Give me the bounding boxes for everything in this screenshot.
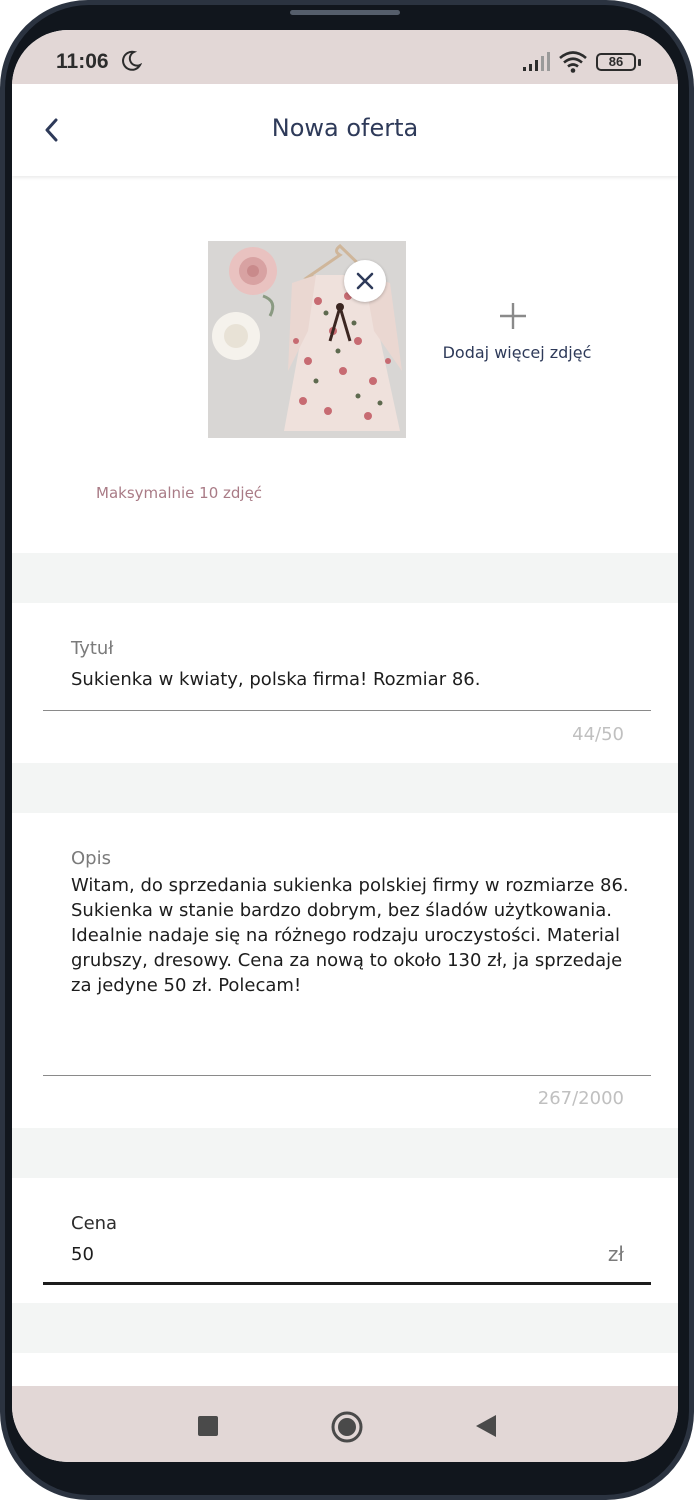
description-counter: 267/2000 bbox=[537, 1088, 624, 1109]
side-button bbox=[689, 290, 694, 370]
battery-icon: 86 bbox=[596, 53, 636, 71]
home-icon[interactable] bbox=[330, 1410, 364, 1444]
screen: 11:06 86 Nowa oferta Dodaj więcej zdjęć … bbox=[12, 30, 678, 1462]
speaker-grille bbox=[290, 10, 400, 15]
plus-icon bbox=[500, 303, 526, 329]
system-nav-bar bbox=[12, 1386, 678, 1462]
section-divider bbox=[12, 1303, 678, 1353]
next-section-top bbox=[12, 1353, 678, 1386]
title-label: Tytuł bbox=[71, 638, 114, 659]
description-underline bbox=[43, 1075, 651, 1076]
signal-icon bbox=[523, 52, 550, 71]
max-photos-hint: Maksymalnie 10 zdjęć bbox=[96, 484, 263, 502]
photo-section: Dodaj więcej zdjęć Maksymalnie 10 zdjęć bbox=[12, 176, 678, 553]
battery-level: 86 bbox=[608, 54, 624, 69]
section-divider bbox=[12, 1128, 678, 1178]
price-label: Cena bbox=[71, 1213, 118, 1234]
price-underline-focused bbox=[43, 1282, 651, 1285]
page-title: Nowa oferta bbox=[271, 114, 419, 142]
back-triangle-icon[interactable] bbox=[474, 1413, 498, 1439]
description-label: Opis bbox=[71, 848, 111, 869]
add-more-photos-label: Dodaj więcej zdjęć bbox=[442, 343, 592, 362]
moon-icon bbox=[122, 50, 142, 71]
title-underline bbox=[43, 710, 651, 711]
side-button bbox=[689, 540, 694, 630]
close-icon bbox=[356, 272, 374, 290]
title-field[interactable]: Tytuł Sukienka w kwiaty, polska firma! R… bbox=[12, 603, 678, 763]
description-input-value[interactable]: Witam, do sprzedania sukienka polskiej f… bbox=[71, 873, 631, 998]
title-input-value[interactable]: Sukienka w kwiaty, polska firma! Rozmiar… bbox=[71, 667, 480, 692]
currency-suffix: zł bbox=[607, 1242, 624, 1266]
status-bar: 11:06 86 bbox=[12, 30, 678, 84]
price-field[interactable]: Cena 50 zł bbox=[12, 1178, 678, 1303]
wifi-icon bbox=[559, 51, 587, 73]
price-input-value[interactable]: 50 bbox=[71, 1242, 94, 1267]
battery-tip bbox=[638, 59, 641, 66]
title-counter: 44/50 bbox=[572, 724, 624, 745]
section-divider bbox=[12, 763, 678, 813]
recent-apps-icon[interactable] bbox=[198, 1416, 218, 1436]
section-divider bbox=[12, 553, 678, 603]
status-time: 11:06 bbox=[56, 50, 109, 73]
app-bar: Nowa oferta bbox=[12, 84, 678, 176]
add-more-photos-button[interactable]: Dodaj więcej zdjęć bbox=[432, 301, 602, 371]
remove-photo-button[interactable] bbox=[344, 260, 386, 302]
description-field[interactable]: Opis Witam, do sprzedania sukienka polsk… bbox=[12, 813, 678, 1128]
